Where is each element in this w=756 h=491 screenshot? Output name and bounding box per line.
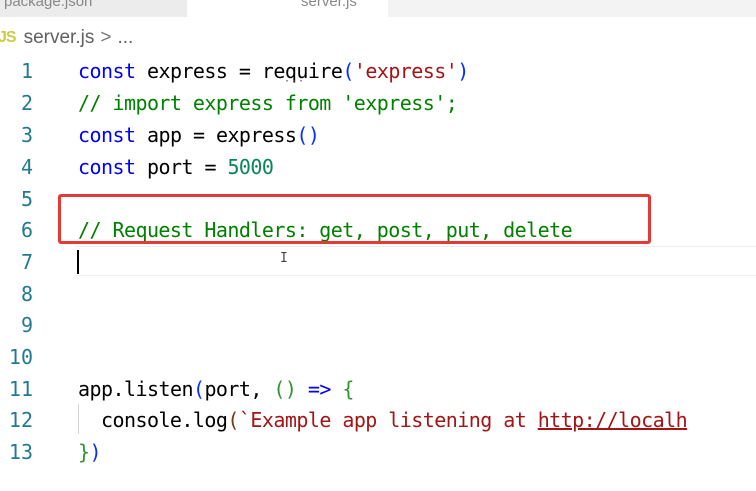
javascript-file-icon: JS (0, 29, 17, 46)
indent-guide (78, 404, 79, 434)
code-line[interactable]: 4 const port = 5000 (0, 151, 756, 183)
code-line[interactable]: 10 (0, 341, 756, 373)
line-code: const port = 5000 (78, 155, 274, 179)
breadcrumb-more[interactable]: ... (117, 27, 133, 49)
tab-strip: package.json server.js (0, 0, 756, 17)
code-line[interactable]: 9 (0, 309, 756, 341)
line-number: 9 (20, 313, 33, 337)
ibeam-cursor-icon: I (280, 251, 288, 266)
line-number: 2 (20, 91, 33, 115)
code-line[interactable]: 13 }) (0, 436, 756, 468)
tab-package-json[interactable]: package.json (0, 0, 187, 17)
tab-server-js[interactable]: server.js (187, 0, 388, 17)
line-code: app.listen(port, () => { (78, 377, 354, 401)
line-code: const express = require('express') (78, 59, 469, 83)
hint-dots-icon: ··· (284, 76, 306, 87)
line-number: 4 (20, 155, 33, 179)
line-number: 10 (8, 345, 33, 369)
tab-strip-empty (388, 0, 756, 17)
line-code: }) (78, 440, 102, 464)
code-line[interactable]: 12 console.log(`Example app listening at… (0, 404, 756, 436)
chevron-right-icon: > (100, 27, 112, 48)
line-code: const app = express() (78, 123, 320, 147)
code-line[interactable]: 2 // import express from 'express'; (0, 87, 756, 119)
line-code: // import express from 'express'; (78, 91, 458, 115)
line-number: 3 (20, 123, 33, 147)
line-number: 6 (20, 218, 33, 242)
line-number: 1 (20, 59, 33, 83)
text-cursor (77, 250, 79, 274)
line-number: 8 (20, 282, 33, 306)
code-line[interactable]: 3 const app = express() (0, 119, 756, 151)
code-line[interactable]: 8 (0, 278, 756, 310)
breadcrumb: JS server.js > ... (0, 24, 133, 52)
breadcrumb-file[interactable]: server.js (24, 27, 95, 49)
code-line[interactable]: 11 app.listen(port, () => { (0, 373, 756, 405)
line-number: 12 (8, 408, 33, 432)
tab-label: server.js (301, 0, 357, 10)
line-number: 5 (20, 187, 33, 211)
code-editor[interactable]: 1 const express = require('express') ···… (0, 55, 756, 491)
line-code: console.log(`Example app listening at ht… (100, 408, 688, 432)
line-number: 13 (8, 440, 33, 464)
code-line[interactable]: 1 const express = require('express') ··· (0, 55, 756, 87)
code-line[interactable]: 7 (0, 246, 756, 278)
line-number: 7 (20, 250, 33, 274)
annotation-highlight-box (58, 194, 651, 244)
line-number: 11 (8, 377, 33, 401)
tab-label: package.json (4, 0, 93, 10)
